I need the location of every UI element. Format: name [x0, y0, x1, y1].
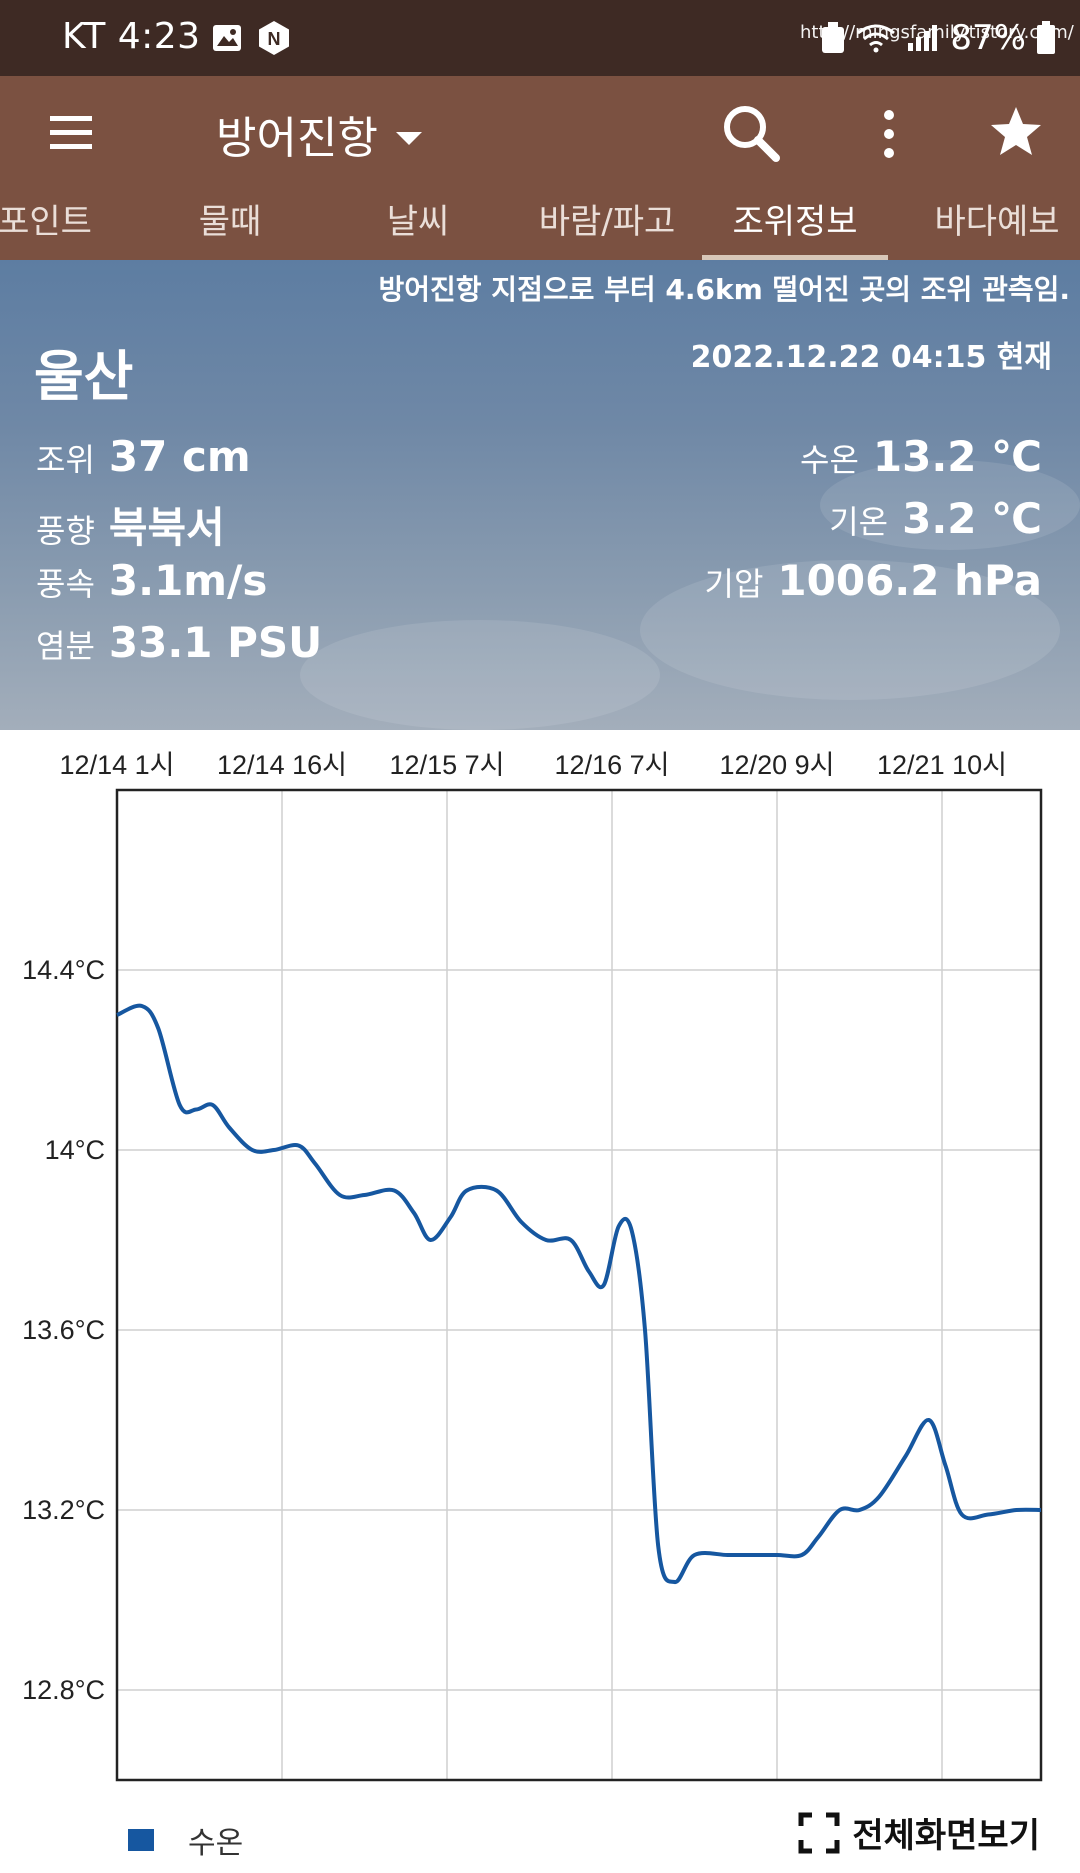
naver-app-icon: N [259, 21, 289, 55]
plot-area [117, 790, 1041, 1780]
y-tick-label: 12.8°C [22, 1675, 105, 1705]
distance-notice: 방어진항 지점으로 부터 4.6km 떨어진 곳의 조위 관측임. [378, 273, 1070, 306]
y-tick-label: 14.4°C [22, 955, 105, 985]
air-temp-label: 기온 [829, 503, 889, 541]
wind-speed-value: 3.1m/s [108, 556, 268, 605]
observation-panel: 방어진항 지점으로 부터 4.6km 떨어진 곳의 조위 관측임. 울산 202… [0, 260, 1080, 730]
svg-text:N: N [268, 29, 281, 49]
recycle-icon [822, 22, 845, 53]
battery-icon [1037, 21, 1055, 54]
water-temp-chart: 14.4°C 14°C 13.6°C 13.2°C 12.8°C 12/14 1시 12/1… [0, 730, 1080, 1810]
wifi-icon [857, 24, 896, 53]
wind-direction-label: 풍향 [36, 512, 95, 550]
x-tick-label: 12/14 1시 [60, 750, 175, 780]
water-temp-value: 13.2 ℃ [872, 432, 1042, 481]
more-options-icon[interactable] [874, 108, 904, 160]
x-tick-label: 12/15 7시 [390, 750, 505, 780]
salinity-value: 33.1 PSU [108, 618, 323, 667]
fullscreen-button[interactable]: 전체화면보기 [798, 1808, 1040, 1857]
wind-speed-row: 풍속 3.1m/s [36, 556, 267, 605]
fullscreen-icon [798, 1812, 840, 1853]
station-name: 울산 [34, 345, 134, 408]
signal-icon [908, 25, 938, 51]
legend-swatch [128, 1829, 154, 1851]
status-bar: KT 4:23 N http://mingsfamily.tistory.com… [0, 0, 1080, 76]
x-tick-label: 12/14 16시 [217, 750, 347, 780]
air-temp-value: 3.2 ℃ [902, 494, 1042, 543]
tide-level-row: 조위 37 cm [36, 432, 251, 481]
tab-sea-forecast[interactable]: 바다예보 [904, 191, 1080, 260]
y-tick-label: 13.2°C [22, 1495, 105, 1525]
observation-time: 2022.12.22 04:15 현재 [690, 340, 1052, 375]
tab-tide-times[interactable]: 물때 [150, 191, 310, 260]
tab-wind-wave[interactable]: 바람/파고 [526, 191, 688, 260]
tide-level-label: 조위 [36, 441, 95, 479]
pressure-label: 기압 [704, 565, 764, 603]
x-tick-label: 12/16 7시 [555, 750, 670, 780]
chart-svg: 14.4°C 14°C 13.6°C 13.2°C 12.8°C 12/14 1시 12/1… [22, 750, 1043, 1782]
x-tick-label: 12/20 9시 [720, 750, 835, 780]
sky-cloud [300, 620, 660, 730]
pressure-value: 1006.2 hPa [777, 556, 1042, 605]
location-selector[interactable]: 방어진항 [216, 102, 422, 166]
app-bar: 방어진항 [0, 76, 1080, 191]
air-temp-row: 기온 3.2 ℃ [829, 494, 1042, 543]
wind-speed-label: 풍속 [36, 565, 95, 603]
salinity-label: 염분 [36, 627, 95, 665]
y-tick-label: 14°C [45, 1135, 105, 1165]
water-temp-row: 수온 13.2 ℃ [800, 432, 1042, 481]
tab-point[interactable]: 포인트 [0, 191, 110, 260]
wind-direction-row: 풍향 북북서 [36, 494, 225, 555]
tab-tide-info[interactable]: 조위정보 [702, 191, 888, 260]
pressure-row: 기압 1006.2 hPa [705, 556, 1042, 605]
gallery-icon [213, 25, 241, 51]
tide-level-value: 37 cm [108, 432, 251, 481]
hamburger-menu-icon[interactable] [50, 114, 92, 152]
app-title: 방어진항 [216, 113, 378, 164]
legend-label: 수온 [188, 1826, 244, 1861]
wind-direction-value: 북북서 [108, 503, 225, 552]
water-temp-label: 수온 [800, 441, 859, 479]
status-right-icons: 87% [820, 18, 1056, 58]
salinity-row: 염분 33.1 PSU [36, 618, 322, 667]
dropdown-caret-icon [395, 131, 422, 145]
tab-weather[interactable]: 날씨 [338, 191, 498, 260]
favorite-star-icon[interactable] [988, 104, 1044, 160]
x-tick-label: 12/21 10시 [877, 750, 1007, 780]
y-tick-label: 13.6°C [22, 1315, 105, 1345]
tab-bar: 포인트 물때 날씨 바람/파고 조위정보 바다예보 [0, 191, 1080, 260]
chart-legend: 수온 [128, 1818, 243, 1862]
search-icon[interactable] [720, 102, 784, 166]
battery-percent: 87% [950, 18, 1026, 58]
status-carrier-time: KT 4:23 [62, 16, 201, 57]
fullscreen-label: 전체화면보기 [852, 1816, 1040, 1856]
